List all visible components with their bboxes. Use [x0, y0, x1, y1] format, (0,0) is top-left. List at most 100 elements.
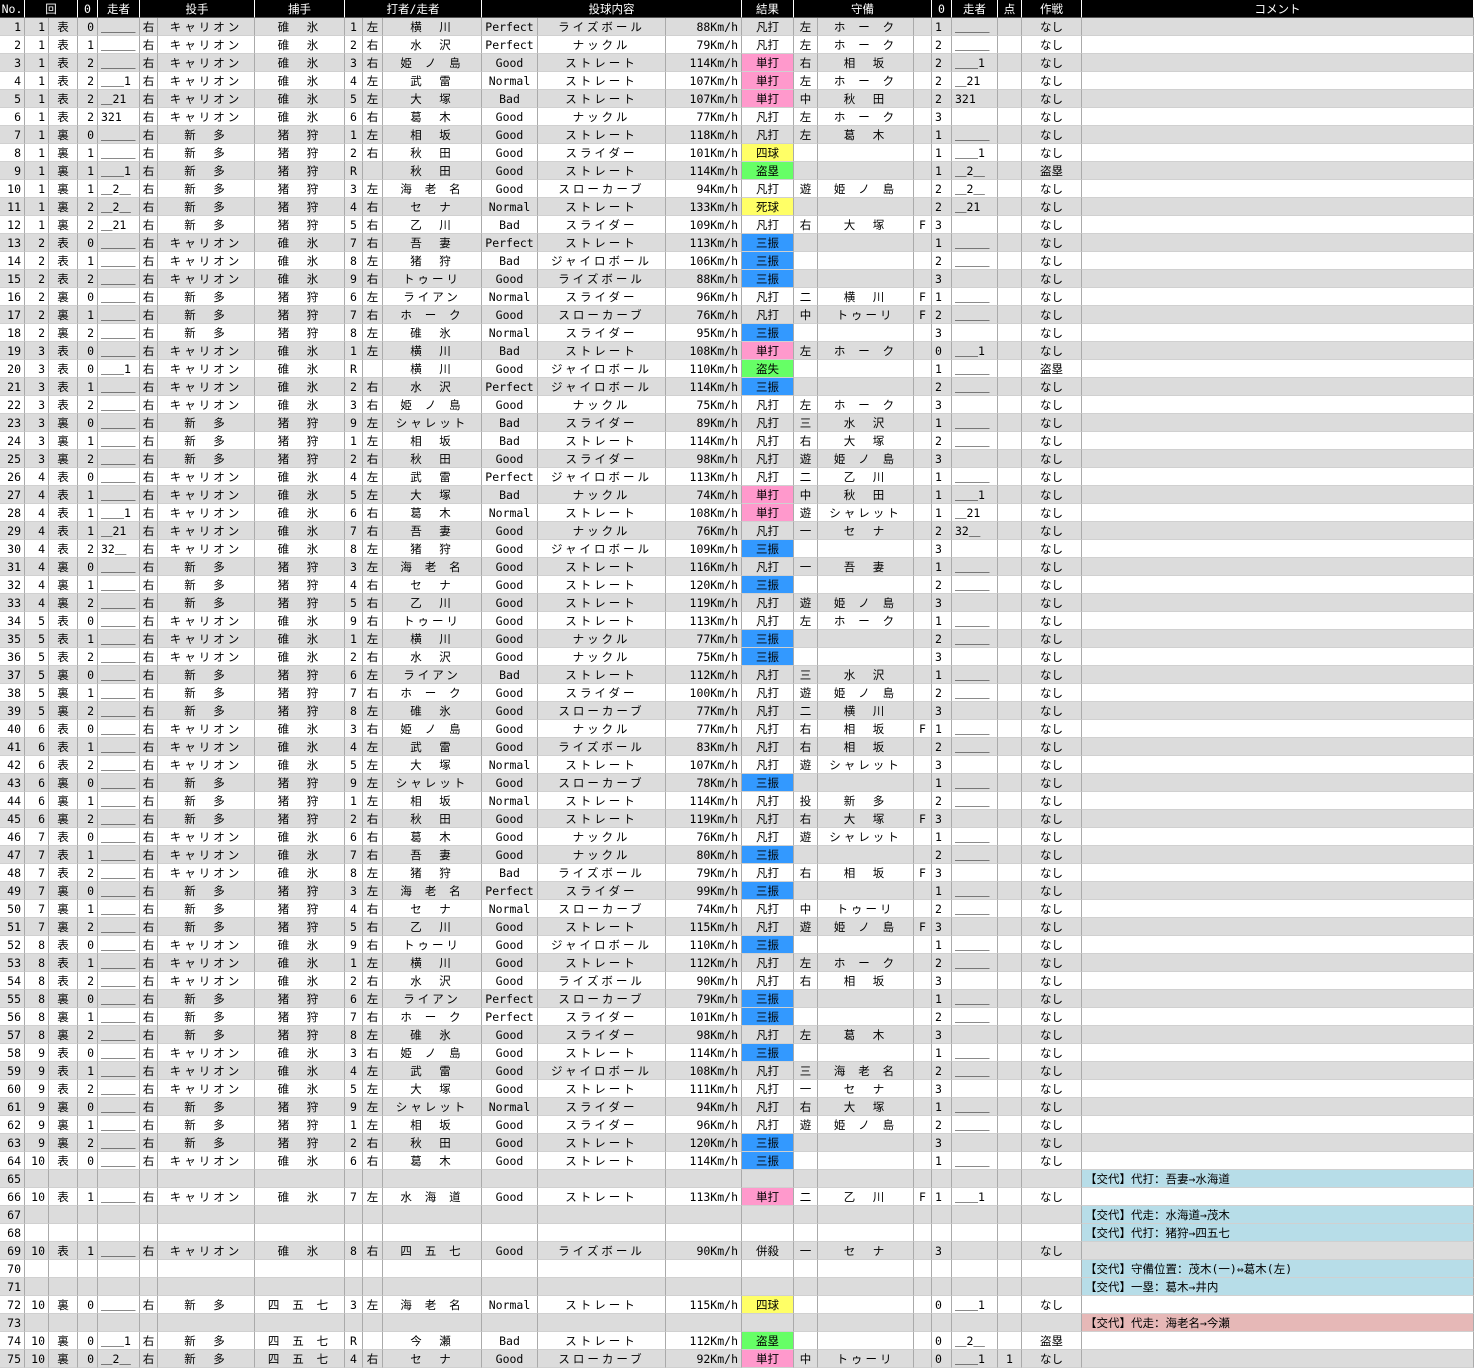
cell-field-pos[interactable]: 遊: [794, 180, 818, 198]
cell-outs-after[interactable]: 3: [932, 810, 952, 828]
cell-runners-after[interactable]: ＿＿1: [952, 486, 998, 504]
header-pitcher[interactable]: 投手: [140, 0, 255, 18]
cell-runners[interactable]: ＿＿1: [98, 72, 140, 90]
cell-pitcher-throw[interactable]: 右: [140, 810, 158, 828]
cell-quality[interactable]: Good: [482, 954, 538, 972]
cell-half[interactable]: 裏: [49, 198, 78, 216]
cell-pitch-type[interactable]: [538, 1314, 666, 1332]
cell-pitcher[interactable]: 新 多: [158, 918, 255, 936]
cell-batter[interactable]: [383, 1278, 482, 1296]
cell-half[interactable]: 裏: [49, 1008, 78, 1026]
cell-no[interactable]: 44: [0, 792, 25, 810]
cell-field-pos[interactable]: [794, 1170, 818, 1188]
cell-pitcher-throw[interactable]: [140, 1260, 158, 1278]
cell-inning[interactable]: 10: [25, 1188, 49, 1206]
cell-outs-after[interactable]: 3: [932, 594, 952, 612]
cell-outs-after[interactable]: 0: [932, 1350, 952, 1368]
cell-field-pos[interactable]: [794, 1044, 818, 1062]
cell-speed[interactable]: 79Km/h: [666, 990, 742, 1008]
cell-fly[interactable]: [914, 828, 932, 846]
cell-outs[interactable]: 2: [78, 702, 98, 720]
cell-batter[interactable]: 秋 田: [383, 1134, 482, 1152]
cell-result[interactable]: 単打: [742, 1350, 794, 1368]
cell-tactic[interactable]: なし: [1022, 612, 1082, 630]
cell-bat-hand[interactable]: [363, 1170, 383, 1188]
cell-inning[interactable]: 9: [25, 1062, 49, 1080]
cell-pitcher-throw[interactable]: 右: [140, 360, 158, 378]
cell-pitcher-throw[interactable]: [140, 1170, 158, 1188]
cell-fly[interactable]: F: [914, 1188, 932, 1206]
cell-runners-after[interactable]: ＿＿1: [952, 144, 998, 162]
cell-runners[interactable]: ＿＿＿: [98, 1152, 140, 1170]
cell-batter[interactable]: ホ ー ク: [383, 684, 482, 702]
cell-speed[interactable]: 76Km/h: [666, 828, 742, 846]
cell-tactic[interactable]: なし: [1022, 936, 1082, 954]
cell-runners-after[interactable]: ＿＿＿: [952, 1062, 998, 1080]
cell-field-pos[interactable]: [794, 162, 818, 180]
cell-speed[interactable]: 94Km/h: [666, 1098, 742, 1116]
cell-speed[interactable]: [666, 1278, 742, 1296]
cell-outs[interactable]: 2: [78, 90, 98, 108]
cell-outs[interactable]: 1: [78, 954, 98, 972]
cell-runners-after[interactable]: ＿＿＿: [952, 936, 998, 954]
cell-inning[interactable]: 8: [25, 1026, 49, 1044]
cell-outs-after[interactable]: [932, 1224, 952, 1242]
cell-inning[interactable]: 3: [25, 378, 49, 396]
cell-outs[interactable]: 1: [78, 846, 98, 864]
cell-inning[interactable]: 7: [25, 918, 49, 936]
cell-outs-after[interactable]: 2: [932, 72, 952, 90]
cell-outs-after[interactable]: 2: [932, 900, 952, 918]
cell-quality[interactable]: Good: [482, 684, 538, 702]
cell-fielder[interactable]: トゥーリ: [818, 900, 914, 918]
cell-catcher[interactable]: 猪 狩: [255, 810, 345, 828]
cell-fielder[interactable]: 姫 ノ 島: [818, 450, 914, 468]
cell-pitcher-throw[interactable]: 右: [140, 558, 158, 576]
cell-outs-after[interactable]: 1: [932, 162, 952, 180]
cell-pitcher[interactable]: 新 多: [158, 216, 255, 234]
cell-inning[interactable]: 3: [25, 360, 49, 378]
cell-tactic[interactable]: なし: [1022, 594, 1082, 612]
cell-outs[interactable]: 0: [78, 774, 98, 792]
cell-runs[interactable]: [998, 900, 1022, 918]
cell-speed[interactable]: 114Km/h: [666, 378, 742, 396]
cell-pitch-type[interactable]: ストレート: [538, 1152, 666, 1170]
cell-runs[interactable]: [998, 522, 1022, 540]
cell-outs[interactable]: 1: [78, 162, 98, 180]
cell-runners[interactable]: ＿＿＿: [98, 828, 140, 846]
cell-inning[interactable]: 9: [25, 1080, 49, 1098]
cell-half[interactable]: 裏: [49, 684, 78, 702]
cell-fly[interactable]: [914, 1008, 932, 1026]
cell-field-pos[interactable]: 一: [794, 522, 818, 540]
cell-catcher[interactable]: 猪 狩: [255, 306, 345, 324]
cell-outs-after[interactable]: 2: [932, 576, 952, 594]
cell-batting-order[interactable]: 4: [345, 198, 363, 216]
cell-quality[interactable]: Good: [482, 918, 538, 936]
cell-field-pos[interactable]: 中: [794, 486, 818, 504]
cell-outs[interactable]: 1: [78, 144, 98, 162]
cell-result[interactable]: 三振: [742, 882, 794, 900]
cell-comment[interactable]: [1082, 1044, 1474, 1062]
cell-field-pos[interactable]: 遊: [794, 756, 818, 774]
cell-speed[interactable]: 76Km/h: [666, 306, 742, 324]
cell-no[interactable]: 4: [0, 72, 25, 90]
cell-quality[interactable]: Good: [482, 1188, 538, 1206]
cell-bat-hand[interactable]: 右: [363, 612, 383, 630]
table-row[interactable]: 71 【交代】一塁：葛木→井内: [0, 1278, 1474, 1296]
cell-batter[interactable]: 姫 ノ 島: [383, 720, 482, 738]
cell-batter[interactable]: 猪 狩: [383, 252, 482, 270]
cell-fly[interactable]: F: [914, 864, 932, 882]
cell-half[interactable]: 裏: [49, 1116, 78, 1134]
cell-pitcher[interactable]: キャリオン: [158, 630, 255, 648]
cell-fielder[interactable]: 相 坂: [818, 720, 914, 738]
cell-outs-after[interactable]: 1: [932, 882, 952, 900]
cell-quality[interactable]: Good: [482, 306, 538, 324]
cell-batting-order[interactable]: R: [345, 360, 363, 378]
cell-inning[interactable]: 4: [25, 468, 49, 486]
cell-no[interactable]: 21: [0, 378, 25, 396]
cell-result[interactable]: 凡打: [742, 216, 794, 234]
cell-field-pos[interactable]: 左: [794, 954, 818, 972]
table-row[interactable]: 9 1 裏 1 ＿＿1 右新 多猪 狩R秋 田 Good ストレート 114Km/h 盗塁 1 ＿2＿…: [0, 162, 1474, 180]
cell-comment[interactable]: [1082, 1188, 1474, 1206]
cell-fielder[interactable]: [818, 648, 914, 666]
cell-quality[interactable]: Good: [482, 810, 538, 828]
